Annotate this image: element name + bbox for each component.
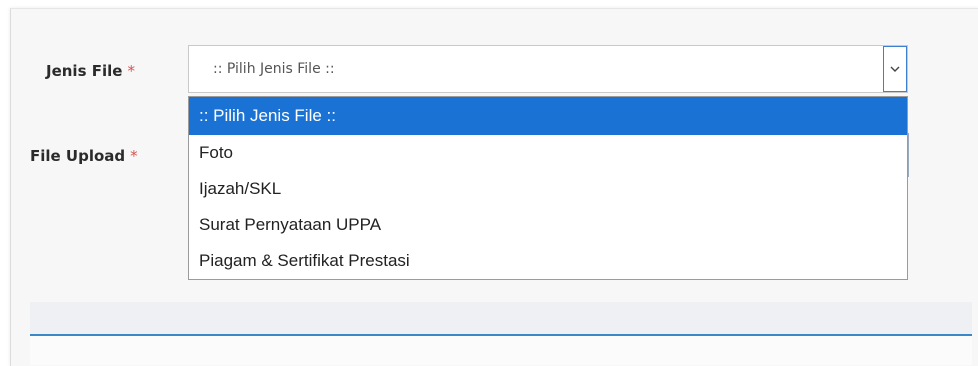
chevron-down-icon[interactable]	[883, 46, 907, 92]
file-upload-label: File Upload *	[30, 147, 138, 165]
dropdown-option[interactable]: Surat Pernyataan UPPA	[189, 207, 907, 243]
dropdown-option[interactable]: Foto	[189, 135, 907, 171]
required-indicator: *	[130, 147, 138, 165]
dropdown-option[interactable]: :: Pilih Jenis File ::	[189, 97, 907, 135]
jenis-file-label-text: Jenis File	[46, 62, 123, 80]
jenis-file-select[interactable]: :: Pilih Jenis File ::	[188, 45, 908, 93]
jenis-file-label: Jenis File *	[46, 62, 135, 80]
dropdown-option[interactable]: Ijazah/SKL	[189, 171, 907, 207]
footer-area	[30, 336, 972, 365]
required-indicator: *	[127, 62, 135, 80]
jenis-file-dropdown-list: :: Pilih Jenis File :: Foto Ijazah/SKL S…	[188, 96, 908, 280]
section-band	[30, 302, 972, 334]
file-upload-label-text: File Upload	[30, 147, 126, 165]
dropdown-option[interactable]: Piagam & Sertifikat Prestasi	[189, 243, 907, 279]
selected-value: :: Pilih Jenis File ::	[213, 61, 335, 77]
